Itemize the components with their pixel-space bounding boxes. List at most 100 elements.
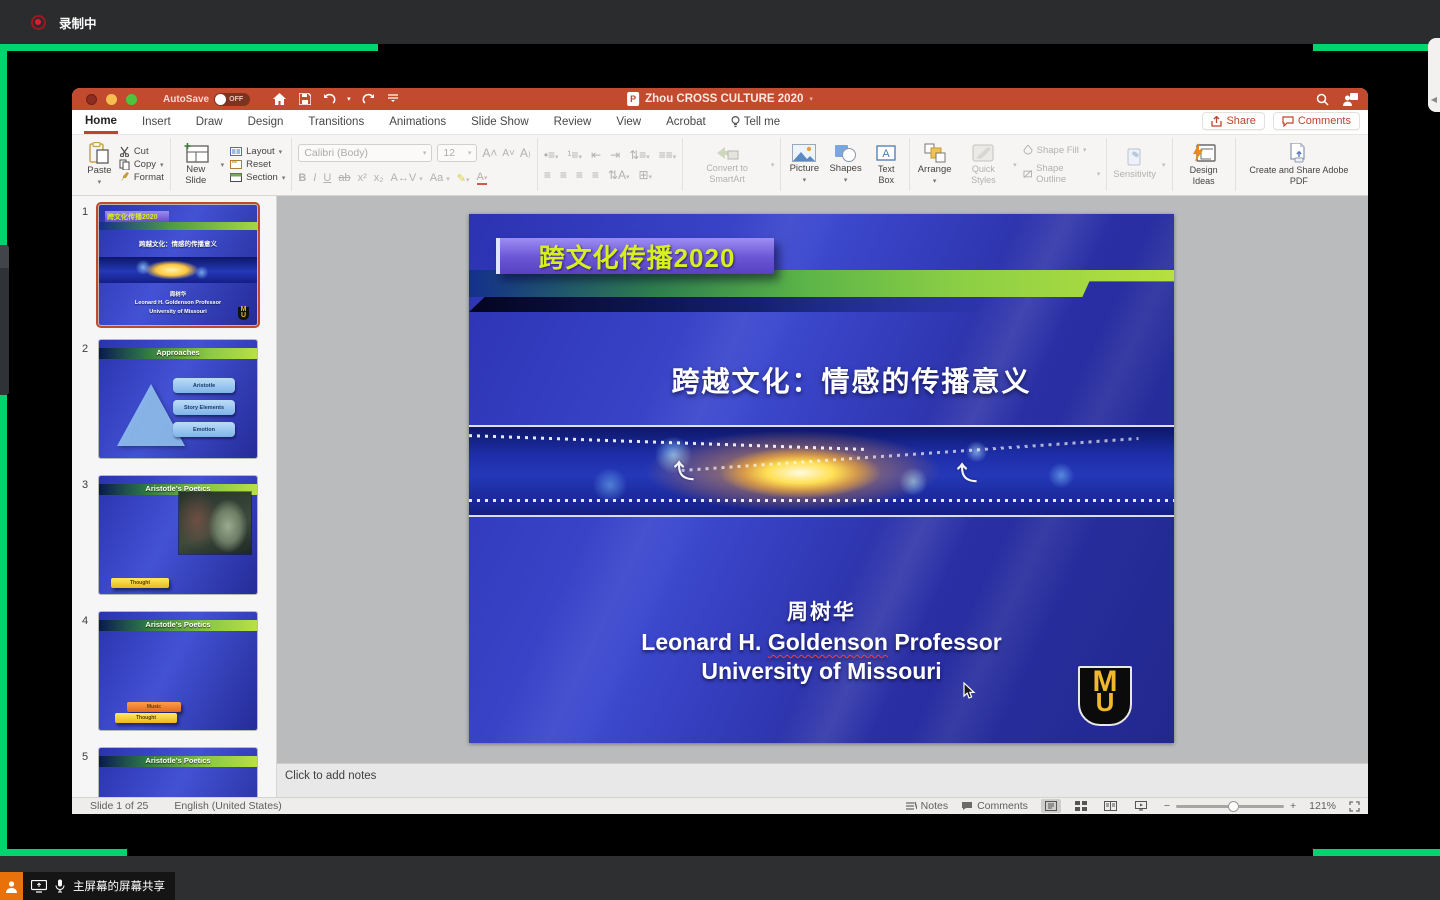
- language-indicator[interactable]: English (United States): [174, 800, 281, 812]
- comments-toggle-button[interactable]: Comments: [961, 800, 1028, 812]
- slide-canvas[interactable]: 跨文化传播2020 跨越文化：情感的传播意义 ⤴ ⤴ 周树华 Leon: [469, 214, 1174, 743]
- zoom-level[interactable]: 121%: [1309, 800, 1336, 812]
- highlight-button[interactable]: ✎▾: [457, 172, 470, 185]
- tab-review[interactable]: Review: [553, 112, 593, 132]
- text-box-button[interactable]: A Text Box: [870, 144, 903, 185]
- change-case-button[interactable]: Aa ▾: [430, 172, 450, 184]
- notes-pane[interactable]: Click to add notes: [277, 763, 1368, 797]
- justify-button[interactable]: ≡: [592, 168, 599, 182]
- tab-view[interactable]: View: [615, 112, 642, 132]
- font-name-select[interactable]: Calibri (Body)▾: [298, 144, 432, 162]
- create-share-adobe-pdf-button[interactable]: Create and Share Adobe PDF: [1242, 143, 1356, 186]
- slide-thumbnail-5[interactable]: Aristotle's Poetics: [99, 748, 257, 797]
- close-button[interactable]: [86, 94, 97, 105]
- zoom-knob[interactable]: [1228, 801, 1239, 812]
- layout-button[interactable]: Layout ▾: [230, 146, 285, 157]
- search-icon[interactable]: [1316, 93, 1329, 106]
- tab-design[interactable]: Design: [247, 112, 285, 132]
- zoom-out-icon[interactable]: −: [1164, 800, 1170, 812]
- paste-button[interactable]: Paste ▾: [86, 142, 113, 187]
- copy-button[interactable]: Copy ▾: [119, 159, 164, 170]
- italic-button[interactable]: I: [313, 172, 316, 184]
- character-spacing-button[interactable]: A↔V ▾: [391, 172, 423, 184]
- section-button[interactable]: Section ▾: [230, 172, 285, 183]
- align-left-button[interactable]: ≡: [544, 168, 551, 182]
- zoom-slider[interactable]: − +: [1164, 800, 1296, 812]
- new-slide-button[interactable]: New Slide: [177, 143, 215, 186]
- slide-sorter-view-button[interactable]: [1071, 799, 1091, 813]
- sensitivity-button[interactable]: Sensitivity: [1113, 148, 1156, 180]
- decrease-font-icon[interactable]: A˅: [502, 148, 515, 159]
- document-title-area[interactable]: P Zhou CROSS CULTURE 2020 ▾: [627, 92, 813, 106]
- reset-button[interactable]: Reset: [230, 159, 285, 170]
- align-right-button[interactable]: ≡: [576, 168, 583, 182]
- slide-thumbnail-4[interactable]: Aristotle's Poetics Music Thought: [99, 612, 257, 730]
- tab-acrobat[interactable]: Acrobat: [665, 112, 707, 132]
- new-slide-dropdown-icon[interactable]: ▾: [221, 161, 225, 169]
- presenter-icon[interactable]: [1343, 93, 1358, 106]
- superscript-button[interactable]: x²: [358, 172, 367, 184]
- tab-slide-show[interactable]: Slide Show: [470, 112, 530, 132]
- bullets-button[interactable]: •≡▾: [544, 148, 559, 162]
- slide-banner-title-box[interactable]: 跨文化传播2020: [496, 238, 774, 274]
- undo-dropdown-icon[interactable]: ▾: [347, 95, 351, 103]
- redo-icon[interactable]: [361, 92, 376, 107]
- tab-insert[interactable]: Insert: [141, 112, 172, 132]
- decrease-indent-button[interactable]: ⇤: [591, 148, 601, 162]
- notes-toggle-button[interactable]: Notes: [906, 800, 948, 812]
- slide-subtitle[interactable]: 跨越文化：情感的传播意义: [499, 360, 1174, 400]
- shape-outline-button[interactable]: Shape Outline ▾: [1023, 163, 1101, 185]
- zoom-button[interactable]: [126, 94, 137, 105]
- sidebar-collapse-tab[interactable]: ◀: [1428, 38, 1440, 112]
- font-color-button[interactable]: A▾: [477, 171, 488, 185]
- tab-home[interactable]: Home: [84, 111, 118, 134]
- clear-formatting-icon[interactable]: A₎: [520, 146, 531, 160]
- home-icon[interactable]: [272, 92, 287, 107]
- comments-button[interactable]: Comments: [1273, 112, 1360, 130]
- slideshow-view-button[interactable]: [1131, 799, 1151, 813]
- undo-icon[interactable]: [322, 92, 337, 107]
- text-direction-button[interactable]: ⇅A▾: [608, 168, 630, 182]
- align-center-button[interactable]: ≡: [560, 168, 567, 182]
- picture-button[interactable]: Picture ▾: [787, 144, 821, 185]
- increase-indent-button[interactable]: ⇥: [610, 148, 620, 162]
- bold-button[interactable]: B: [298, 172, 306, 184]
- font-size-select[interactable]: 12▾: [437, 144, 477, 162]
- strikethrough-button[interactable]: ab: [338, 172, 350, 184]
- minimize-button[interactable]: [106, 94, 117, 105]
- shape-fill-button[interactable]: Shape Fill ▾: [1023, 145, 1101, 156]
- slide-thumbnail-1[interactable]: 跨文化传播2020 跨越文化：情感的传播意义 周树华 Leonard H. Go…: [99, 205, 257, 325]
- tab-transitions[interactable]: Transitions: [307, 112, 365, 132]
- design-ideas-button[interactable]: Design Ideas: [1179, 143, 1229, 186]
- quick-styles-button[interactable]: Quick Styles: [960, 144, 1008, 185]
- zoom-in-icon[interactable]: +: [1290, 800, 1296, 812]
- increase-font-icon[interactable]: A˄: [482, 146, 497, 160]
- fit-slide-button[interactable]: [1349, 801, 1360, 812]
- slide-editor-canvas[interactable]: 跨文化传播2020 跨越文化：情感的传播意义 ⤴ ⤴ 周树华 Leon: [277, 196, 1368, 763]
- save-icon[interactable]: [297, 92, 312, 107]
- slide-thumbnail-3[interactable]: Aristotle's Poetics Thought: [99, 476, 257, 594]
- convert-to-smartart-button[interactable]: Convert to SmartArt: [689, 145, 765, 184]
- subscript-button[interactable]: x₂: [374, 172, 384, 184]
- columns-button[interactable]: ≡≡▾: [659, 148, 677, 162]
- cut-button[interactable]: Cut: [119, 146, 164, 157]
- tab-tell-me[interactable]: Tell me: [730, 112, 781, 132]
- align-text-button[interactable]: ⊞▾: [638, 168, 652, 182]
- share-button[interactable]: Share: [1202, 112, 1264, 130]
- autosave-control[interactable]: AutoSave OFF: [163, 93, 250, 106]
- screen-share-indicator[interactable]: 主屏幕的屏幕共享: [0, 872, 175, 900]
- arrange-button[interactable]: Arrange ▾: [916, 143, 954, 186]
- numbering-button[interactable]: ¹≡▾: [568, 148, 583, 162]
- ribbon-display-icon[interactable]: [386, 92, 401, 107]
- format-button[interactable]: Format: [119, 172, 164, 183]
- zoom-track[interactable]: [1176, 805, 1284, 808]
- autosave-toggle[interactable]: OFF: [214, 93, 250, 106]
- line-spacing-button[interactable]: ⇅≡▾: [629, 148, 650, 162]
- slide-author-block[interactable]: 周树华 Leonard H. Goldenson Professor Unive…: [469, 596, 1174, 685]
- slide-thumbnail-2[interactable]: Approaches Aristotle Story Elements Emot…: [99, 340, 257, 458]
- normal-view-button[interactable]: [1041, 799, 1061, 813]
- reading-view-button[interactable]: [1101, 799, 1121, 813]
- tab-animations[interactable]: Animations: [388, 112, 447, 132]
- tab-draw[interactable]: Draw: [195, 112, 224, 132]
- underline-button[interactable]: U: [323, 172, 331, 184]
